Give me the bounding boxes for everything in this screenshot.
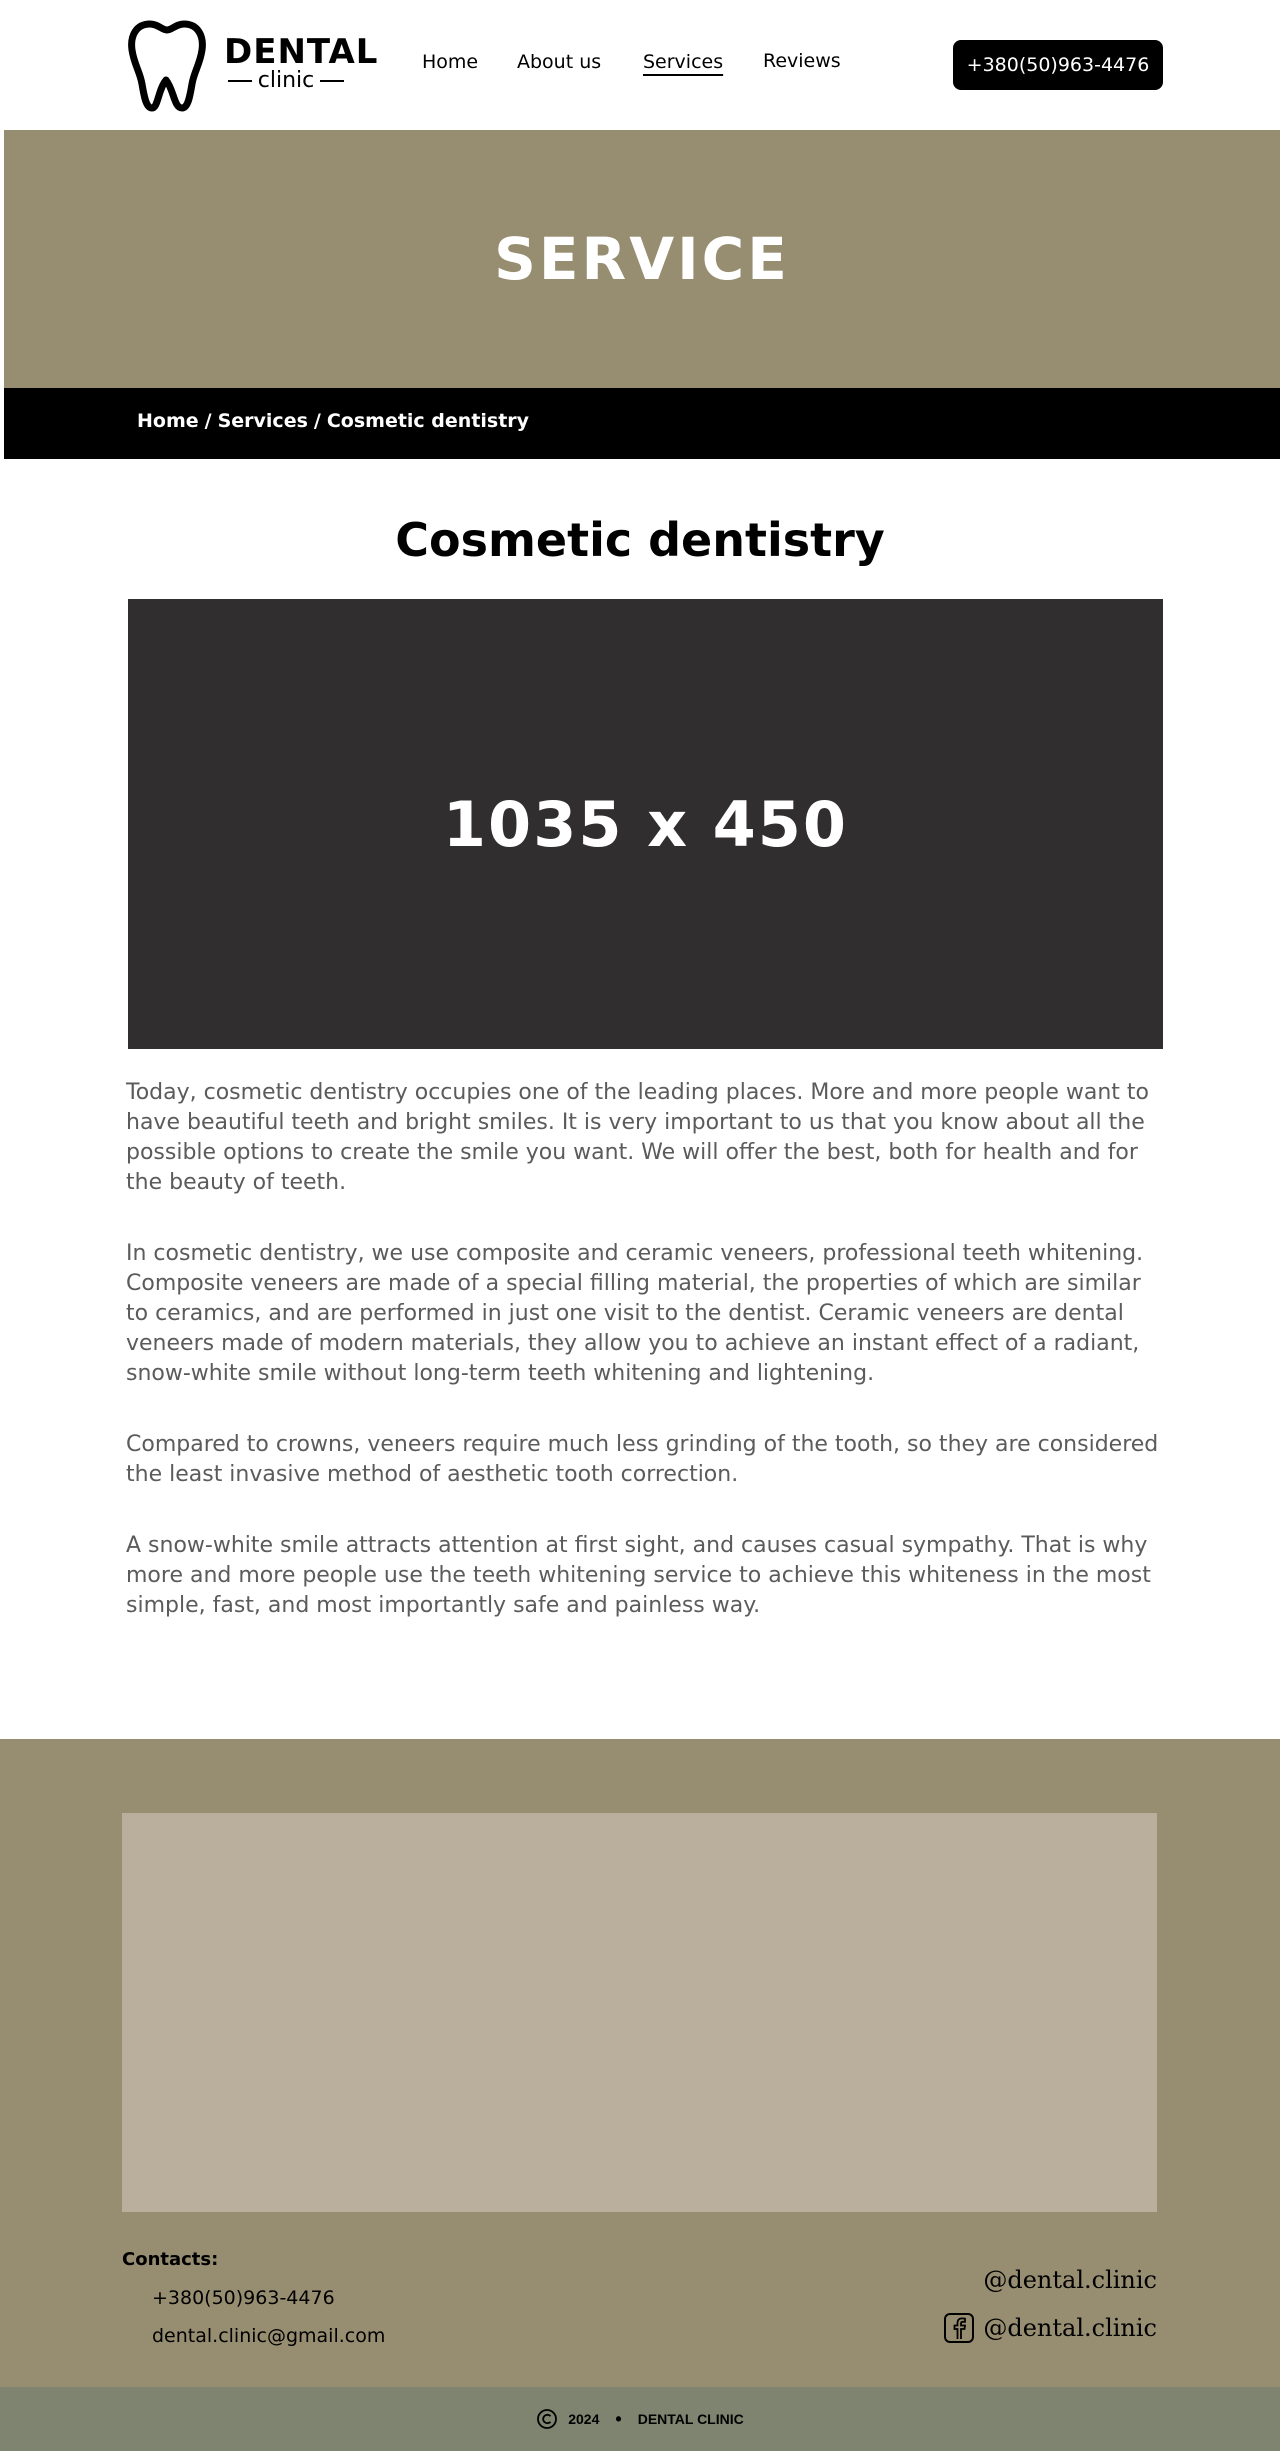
contact-phone-link[interactable]: +380(50)963-4476 [152, 2287, 335, 2309]
copyright-bar: 2024 • DENTAL CLINIC [0, 2387, 1280, 2451]
copyright-year: 2024 [568, 2411, 600, 2427]
breadcrumb-separator: / [313, 410, 321, 432]
service-description: Today, cosmetic dentistry occupies one o… [126, 1078, 1166, 1662]
facebook-handle: @dental.clinic [983, 2314, 1157, 2342]
logo[interactable]: DENTAL clinic [126, 18, 377, 114]
divider [320, 79, 345, 82]
copyright-name: DENTAL CLINIC [637, 2411, 744, 2427]
paragraph: Today, cosmetic dentistry occupies one o… [126, 1080, 1149, 1195]
breadcrumb-home[interactable]: Home [137, 410, 199, 432]
map-placeholder[interactable] [122, 1813, 1157, 2212]
facebook-icon [944, 2313, 975, 2343]
breadcrumb-separator: / [204, 410, 212, 432]
breadcrumb-services[interactable]: Services [218, 410, 308, 432]
paragraph: Compared to crowns, veneers require much… [126, 1432, 1159, 1487]
breadcrumb: Home / Services / Cosmetic dentistry [137, 410, 529, 432]
nav-about-us[interactable]: About us [517, 51, 601, 73]
copyright-icon [537, 2409, 558, 2429]
logo-subtitle-text: clinic [257, 68, 315, 93]
separator-dot: • [615, 2408, 622, 2429]
site-header: DENTAL clinic Home About us Services Rev… [0, 0, 1280, 130]
breadcrumb-current: Cosmetic dentistry [326, 410, 530, 432]
nav-reviews[interactable]: Reviews [763, 50, 841, 72]
site-footer: Contacts: +380(50)963-4476 dental.clinic… [0, 1739, 1280, 2387]
page-title: Cosmetic dentistry [395, 513, 885, 567]
hero-banner: SERVICE [4, 130, 1280, 388]
logo-title: DENTAL [224, 32, 379, 72]
divider [228, 79, 252, 82]
breadcrumb-bar: Home / Services / Cosmetic dentistry [4, 388, 1280, 459]
contacts-label: Contacts: [122, 2249, 219, 2270]
nav-services[interactable]: Services [643, 51, 723, 73]
paragraph: In cosmetic dentistry, we use composite … [126, 1241, 1144, 1386]
nav-home[interactable]: Home [422, 51, 478, 73]
facebook-link[interactable]: @dental.clinic [943, 2312, 1157, 2344]
social-handle-link[interactable]: @dental.clinic [983, 2266, 1157, 2294]
paragraph: A snow-white smile attracts attention at… [126, 1533, 1151, 1618]
hero-title: SERVICE [494, 225, 790, 293]
image-placeholder-label: 1035 x 450 [442, 787, 849, 861]
service-image: 1035 x 450 [128, 599, 1163, 1049]
phone-button[interactable]: +380(50)963-4476 [953, 40, 1163, 90]
logo-subtitle: clinic [228, 68, 345, 93]
contact-email-link[interactable]: dental.clinic@gmail.com [152, 2325, 385, 2347]
tooth-icon [128, 20, 206, 112]
